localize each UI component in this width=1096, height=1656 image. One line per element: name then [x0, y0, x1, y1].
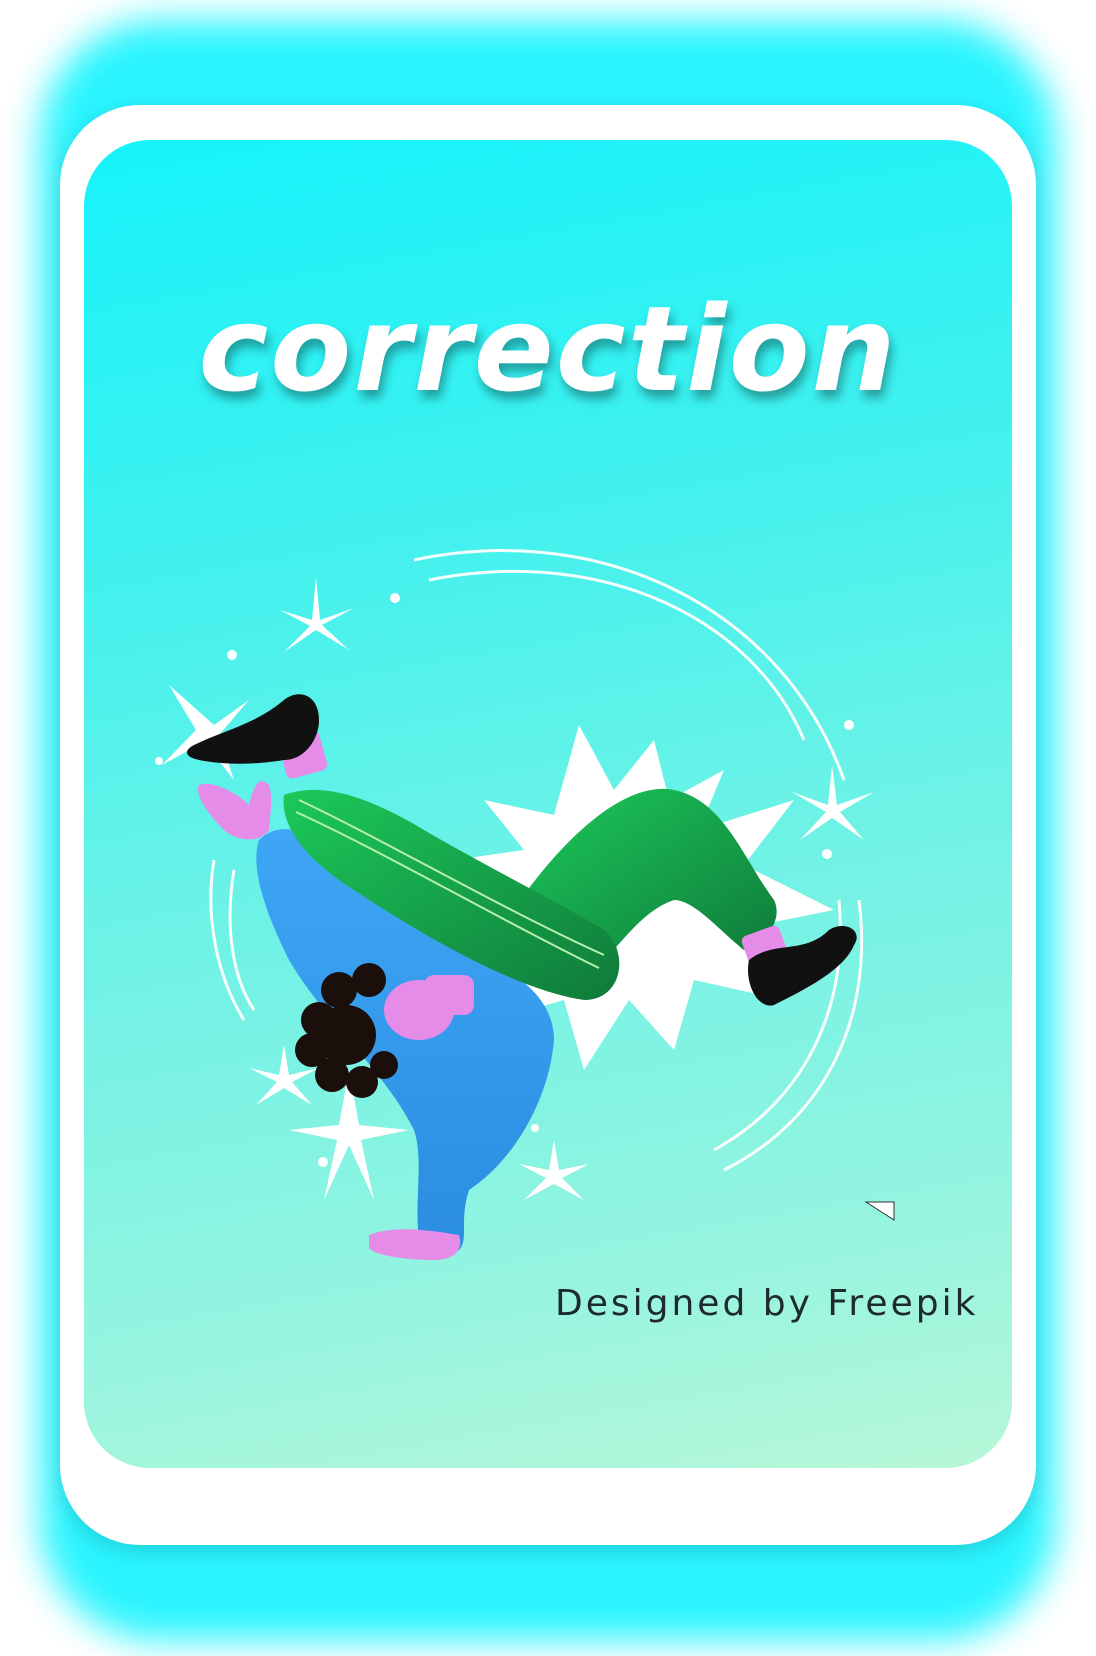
freepik-credit: Designed by Freepik	[555, 1283, 979, 1324]
orbit-arc-inner	[428, 569, 806, 741]
planted-hand	[369, 1229, 461, 1260]
sparkle-dot	[227, 650, 237, 660]
sparkle-icon	[519, 1140, 589, 1200]
face	[384, 980, 454, 1040]
sparkle-icon	[280, 577, 354, 652]
sparkle-dot	[531, 1124, 539, 1132]
sparkle-dot	[822, 849, 832, 859]
sparkle-icon	[792, 765, 874, 840]
sparkle-dot	[844, 720, 854, 730]
orbit-arc-left-2	[228, 869, 256, 1011]
sparkle-dot	[390, 593, 400, 603]
card-stage: correction Designed by Freepik	[0, 0, 1096, 1656]
raised-hand	[198, 781, 272, 840]
orbit-arc-outer	[413, 549, 846, 781]
sparkle-dot	[155, 757, 163, 765]
orbit-arc-left	[209, 859, 246, 1021]
card-title: correction	[198, 280, 898, 418]
cursor-icon	[864, 1201, 895, 1221]
sparkle-dot	[318, 1157, 328, 1167]
